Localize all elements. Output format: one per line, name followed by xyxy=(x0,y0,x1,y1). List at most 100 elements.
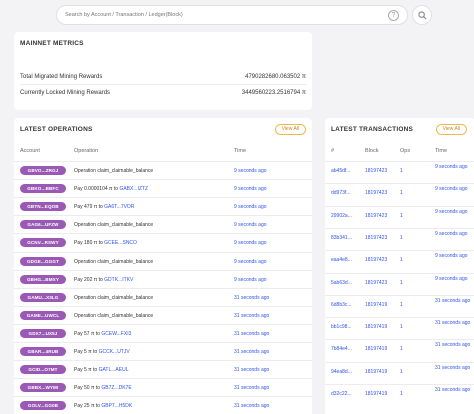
block-link[interactable]: 18197419 xyxy=(365,346,387,352)
block-link[interactable]: 18197423 xyxy=(365,190,387,196)
destination-account-link[interactable]: GCEE...SNCO xyxy=(104,240,137,246)
transaction-hash-link[interactable]: 29902a... xyxy=(331,213,352,219)
operation-row: GAG6...UFZW Operation claim_claimable_bal… xyxy=(14,215,312,233)
account-badge[interactable]: GAMU...X3LG xyxy=(20,292,66,302)
help-icon[interactable]: ? xyxy=(388,10,399,21)
transaction-hash-link[interactable]: ab45df... xyxy=(331,168,350,174)
transaction-hash-link[interactable]: bb1c98... xyxy=(331,324,352,330)
transaction-time-link[interactable]: 9 seconds ago xyxy=(435,164,471,171)
operation-time-link[interactable]: 9 seconds ago xyxy=(234,222,267,228)
operation-time-link[interactable]: 9 seconds ago xyxy=(234,186,267,192)
transaction-time-link[interactable]: 9 seconds ago xyxy=(435,186,471,193)
transaction-hash-link[interactable]: 94ea8d... xyxy=(331,369,352,375)
transaction-time-link[interactable]: 9 seconds ago xyxy=(435,253,471,260)
column-header-operation: Operation xyxy=(74,148,99,154)
account-badge[interactable]: GBBX...WYMI xyxy=(20,383,66,393)
operation-description: Pay 0.0000104 π to GABX...IZTZ xyxy=(74,186,148,192)
column-header-hash: # xyxy=(331,148,335,154)
account-badge[interactable]: GDX7...UX5J xyxy=(20,328,66,338)
operation-text: Operation claim_claimable_balance xyxy=(74,168,154,174)
operation-row: GBHG...BMXY Pay 202 π to GDTK...ITKV 9 sec… xyxy=(14,269,312,288)
account-badge[interactable]: GDGE...GGGT xyxy=(20,256,66,266)
operation-text: Pay 202 π to xyxy=(74,276,105,283)
operation-text: Pay 57 π to xyxy=(74,330,102,337)
block-link[interactable]: 18197419 xyxy=(365,369,387,375)
transaction-row: eaa4e8... 18197423 1 9 seconds ago xyxy=(325,250,474,272)
destination-account-link[interactable]: GDTK...ITKV xyxy=(104,277,133,283)
operations-view-all-button[interactable]: View All xyxy=(274,124,306,135)
operation-time-link[interactable]: 9 seconds ago xyxy=(234,277,267,283)
operation-description: Pay 50 π to GB7Z...DK7E xyxy=(74,385,132,391)
transaction-time-link[interactable]: 31 seconds ago xyxy=(435,298,471,305)
operation-time-link[interactable]: 31 seconds ago xyxy=(234,349,269,355)
operation-time-link[interactable]: 9 seconds ago xyxy=(234,204,267,210)
account-badge[interactable]: GAG6...UFZW xyxy=(20,220,66,230)
operation-time-link[interactable]: 31 seconds ago xyxy=(234,385,269,391)
account-badge[interactable]: GBTN...EQOB xyxy=(20,202,66,212)
transaction-hash-link[interactable]: 7b84e4... xyxy=(331,346,352,352)
operation-time-link[interactable]: 31 seconds ago xyxy=(234,331,269,337)
transaction-hash-link[interactable]: dd973f... xyxy=(331,190,350,196)
block-link[interactable]: 18197423 xyxy=(365,168,387,174)
transaction-time-link[interactable]: 9 seconds ago xyxy=(435,231,471,238)
account-badge[interactable]: GAME...UWCL xyxy=(20,310,66,320)
transaction-row: 94ea8d... 18197419 1 31 seconds ago xyxy=(325,361,474,384)
operation-row: GDX7...UX5J Pay 57 π to GCEW...FXI3 31 sec… xyxy=(14,323,312,342)
account-badge[interactable]: GBVO...ZRGJ xyxy=(20,166,66,175)
operation-time-link[interactable]: 31 seconds ago xyxy=(234,367,269,373)
account-badge[interactable]: GBKO...BBFC xyxy=(20,184,66,194)
operation-time-link[interactable]: 9 seconds ago xyxy=(234,259,267,265)
operation-time-link[interactable]: 31 seconds ago xyxy=(234,313,269,319)
destination-account-link[interactable]: GBP7...H5DK xyxy=(101,403,132,409)
account-badge[interactable]: GOLV...GG0B xyxy=(20,401,66,411)
destination-account-link[interactable]: GB7Z...DK7E xyxy=(101,385,131,391)
transaction-time-link[interactable]: 9 seconds ago xyxy=(435,209,471,216)
transaction-time-link[interactable]: 31 seconds ago xyxy=(435,320,471,327)
search-bar: ? xyxy=(56,5,408,25)
block-link[interactable]: 18197423 xyxy=(365,213,387,219)
metric-value: 4790282680.063502 π xyxy=(245,74,306,80)
transaction-hash-link[interactable]: eaa4e8... xyxy=(331,257,352,263)
account-badge[interactable]: GCID...O7MT xyxy=(20,365,66,375)
transaction-hash-link[interactable]: 6d8b3c... xyxy=(331,302,352,308)
account-badge[interactable]: GBAR...4RUB xyxy=(20,347,66,356)
block-link[interactable]: 18197423 xyxy=(365,280,387,286)
operation-row: GBBX...WYMI Pay 50 π to GB7Z...DK7E 31 sec… xyxy=(14,378,312,396)
column-header-account: Account xyxy=(20,148,40,154)
block-link[interactable]: 18197423 xyxy=(365,235,387,241)
block-link[interactable]: 18197419 xyxy=(365,391,387,397)
metric-row: Total Migrated Mining Rewards 4790282680… xyxy=(20,72,306,85)
transaction-row: 5ab63d... 18197423 1 9 seconds ago xyxy=(325,272,474,295)
block-link[interactable]: 18197423 xyxy=(365,257,387,263)
account-badge[interactable]: GBHG...BMXY xyxy=(20,274,66,284)
operation-time-link[interactable]: 9 seconds ago xyxy=(234,168,267,174)
operation-text: Operation claim_claimable_balance xyxy=(74,312,154,319)
transaction-row: ab45df... 18197423 1 9 seconds ago xyxy=(325,161,474,183)
search-input[interactable] xyxy=(57,6,407,24)
destination-account-link[interactable]: GABX...IZTZ xyxy=(119,186,148,192)
destination-account-link[interactable]: GATL...AEUL xyxy=(99,367,129,373)
latest-operations-card: LATEST OPERATIONS View All Account Opera… xyxy=(14,118,312,414)
search-button[interactable] xyxy=(412,5,432,25)
transaction-time-link[interactable]: 9 seconds ago xyxy=(435,276,471,283)
operation-time-link[interactable]: 31 seconds ago xyxy=(234,295,269,301)
transaction-time-link[interactable]: 31 seconds ago xyxy=(435,387,471,394)
destination-account-link[interactable]: GCCK...UTJV xyxy=(99,349,130,355)
destination-account-link[interactable]: GA6T...7VOR xyxy=(104,204,134,210)
account-badge[interactable]: GCNV...RSWY xyxy=(20,238,66,248)
block-link[interactable]: 18197419 xyxy=(365,324,387,330)
transaction-row: 7b84e4... 18197419 1 31 seconds ago xyxy=(325,339,474,361)
transaction-hash-link[interactable]: 83b341... xyxy=(331,235,352,241)
transactions-view-all-button[interactable]: View All xyxy=(435,124,467,135)
block-link[interactable]: 18197419 xyxy=(365,302,387,308)
ops-count: 1 xyxy=(400,168,403,174)
transaction-hash-link[interactable]: d32c22... xyxy=(331,391,352,397)
destination-account-link[interactable]: GCEW...FXI3 xyxy=(101,331,131,337)
operation-time-link[interactable]: 31 seconds ago xyxy=(234,403,269,409)
ops-count: 1 xyxy=(400,279,403,286)
transaction-hash-link[interactable]: 5ab63d... xyxy=(331,280,352,286)
operation-time-link[interactable]: 9 seconds ago xyxy=(234,240,267,246)
operation-description: Operation claim_claimable_balance xyxy=(74,222,153,228)
transaction-time-link[interactable]: 31 seconds ago xyxy=(435,365,471,372)
transaction-time-link[interactable]: 31 seconds ago xyxy=(435,342,471,349)
